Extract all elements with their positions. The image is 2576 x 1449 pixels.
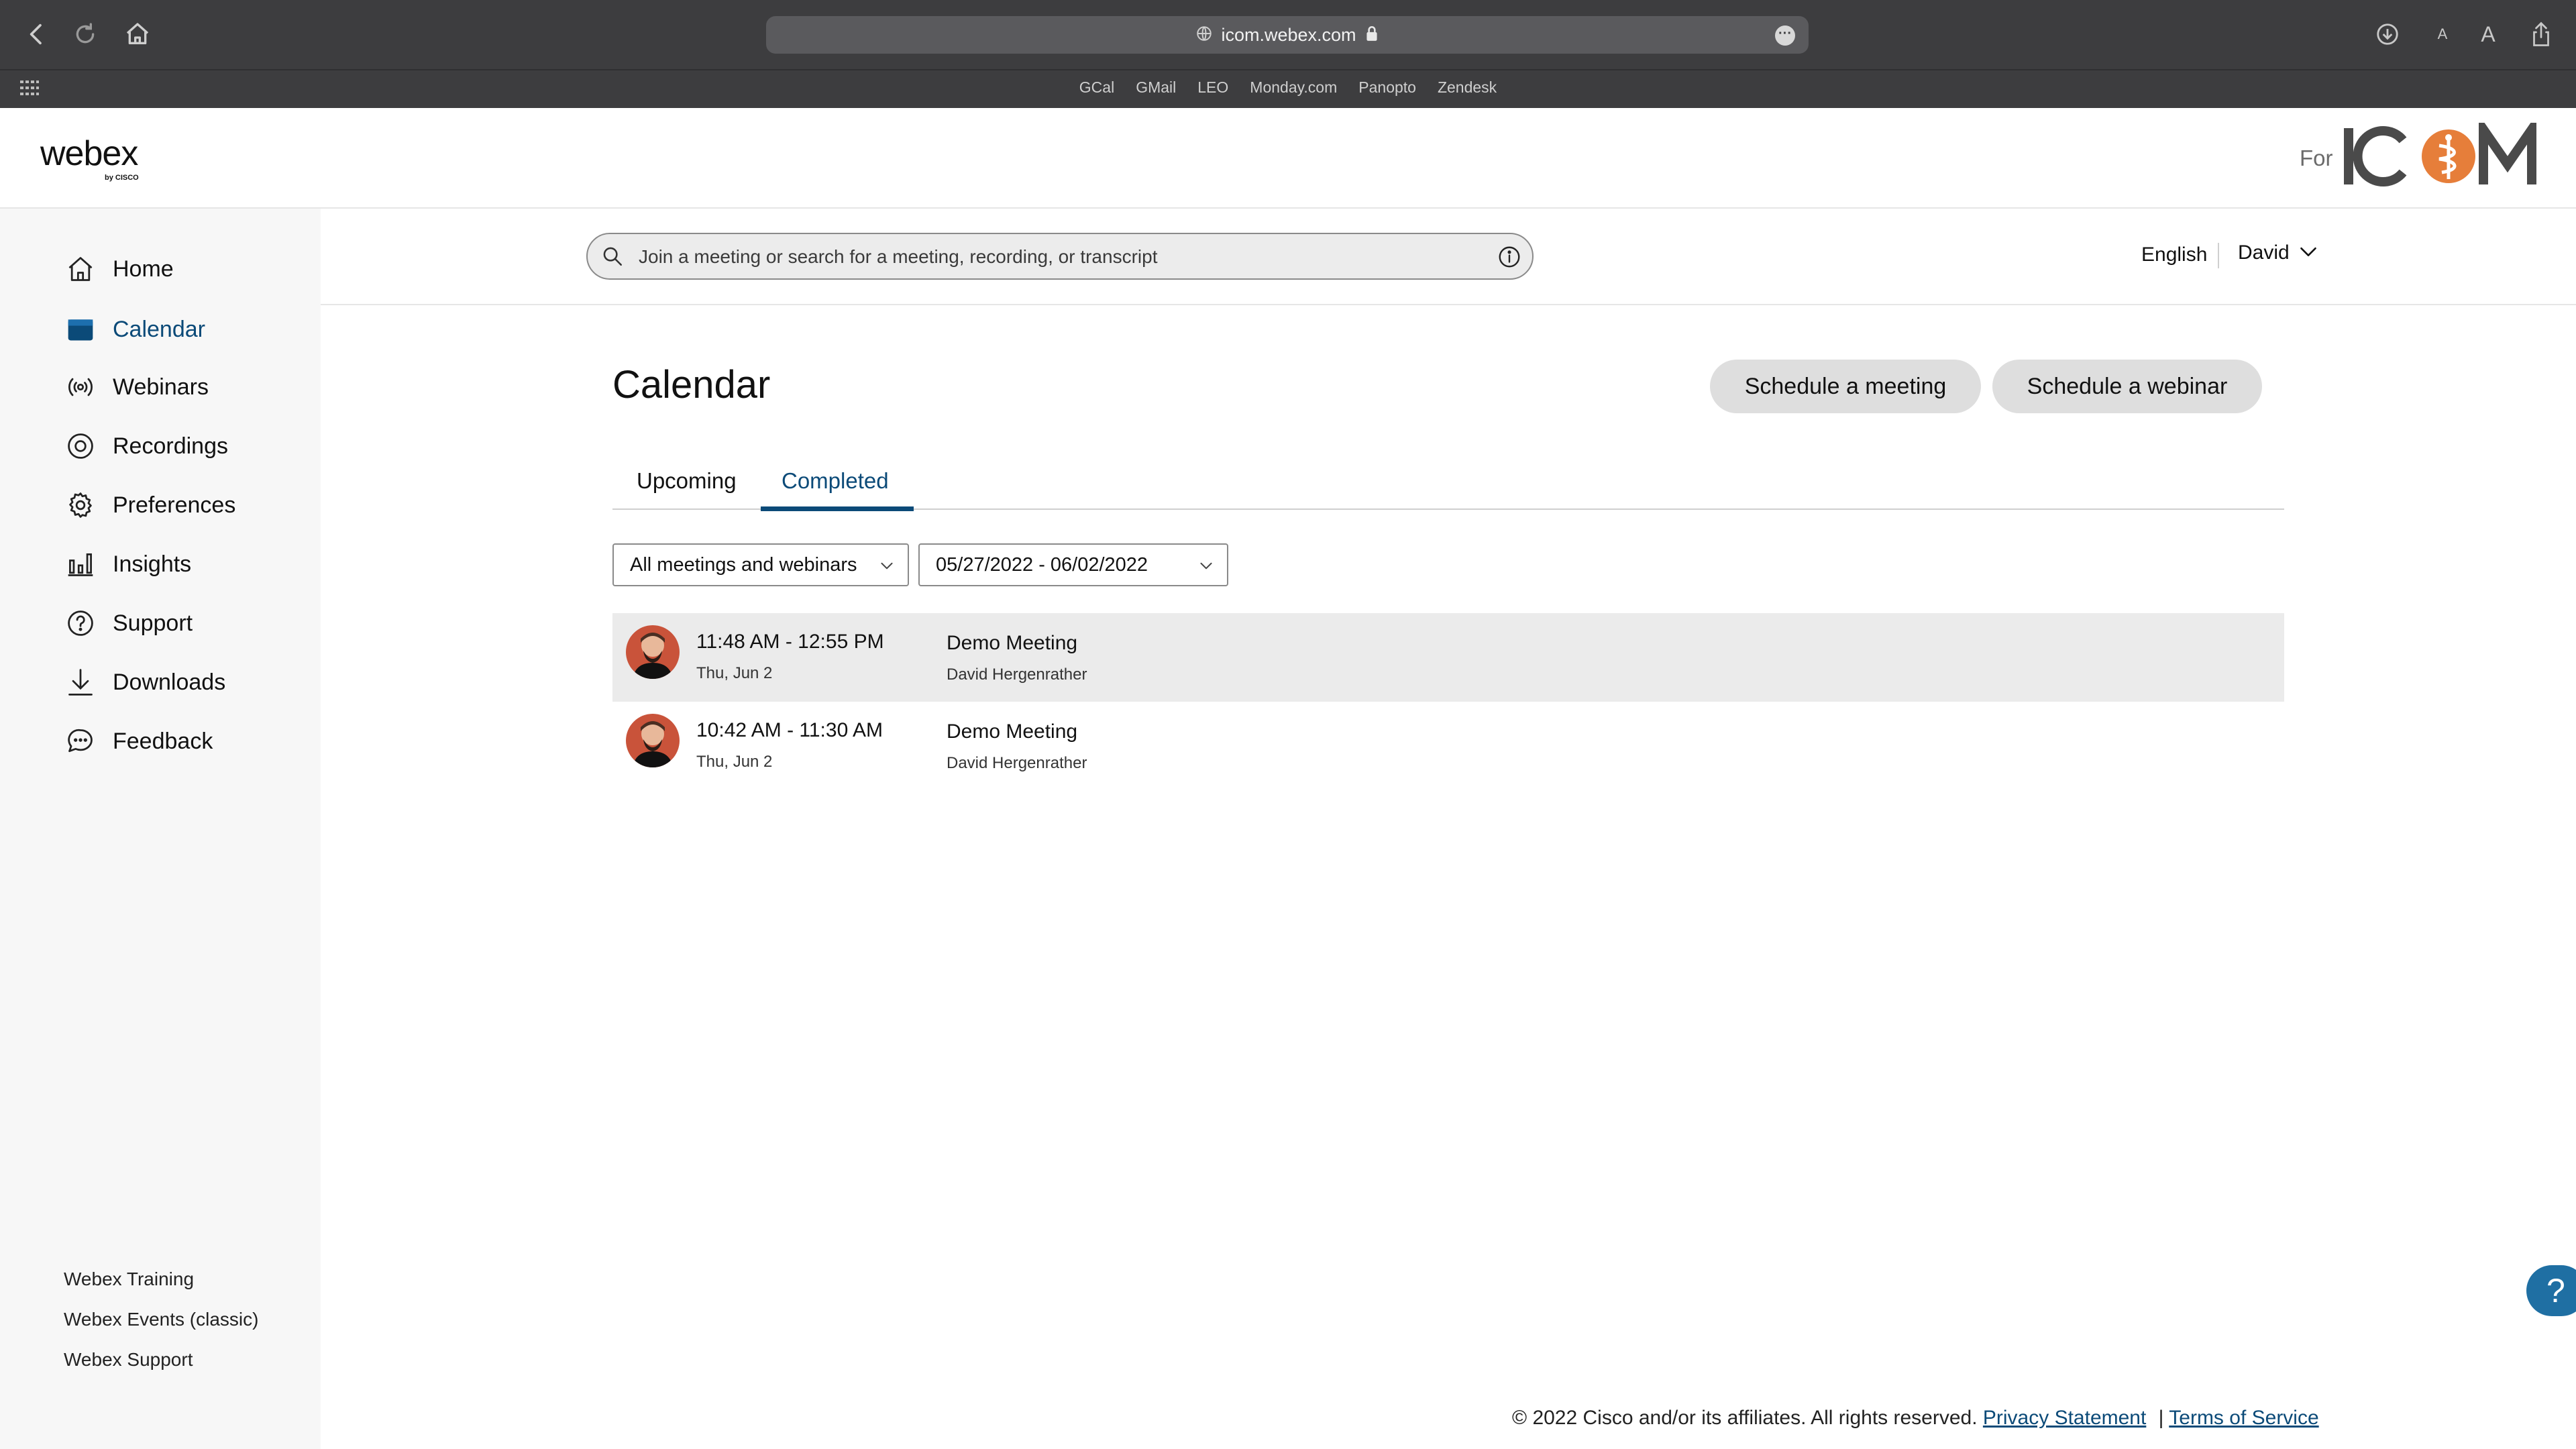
home-icon [64, 253, 97, 285]
search-input[interactable] [637, 241, 1445, 273]
sidebar: Home Calendar Webinars Recordings Prefer… [0, 209, 321, 1449]
sidebar-item-label: Support [113, 610, 193, 636]
icom-logo [2341, 114, 2549, 193]
calendar-icon [64, 313, 97, 345]
copyright-text: © 2022 Cisco and/or its affiliates. All … [1512, 1407, 1978, 1429]
bookmark-monday[interactable]: Monday.com [1239, 72, 1348, 102]
download-icon [64, 666, 97, 698]
meeting-title[interactable]: Demo Meeting [947, 720, 1077, 743]
terms-of-service-link[interactable]: Terms of Service [2169, 1407, 2318, 1429]
avatar [626, 625, 680, 679]
meeting-row[interactable]: 11:48 AM - 12:55 PM Thu, Jun 2 Demo Meet… [612, 613, 2284, 702]
user-bar-divider [2218, 243, 2219, 268]
address-bar[interactable]: icom.webex.com ··· [766, 16, 1809, 54]
meeting-host: David Hergenrather [947, 754, 1087, 772]
sidebar-item-label: Recordings [113, 433, 228, 459]
meeting-type-filter-value: All meetings and webinars [630, 553, 857, 576]
page-title: Calendar [612, 363, 771, 407]
gear-icon [64, 489, 97, 521]
user-name: David [2238, 241, 2290, 264]
schedule-meeting-button[interactable]: Schedule a meeting [1710, 360, 1981, 413]
lock-icon [1364, 17, 1379, 55]
webex-logo[interactable]: webex by CISCO [40, 136, 139, 182]
tab-upcoming[interactable]: Upcoming [637, 468, 737, 494]
meeting-host: David Hergenrather [947, 665, 1087, 684]
browser-chrome: icom.webex.com ··· A A GCal GMail LEO Mo… [0, 0, 2576, 108]
text-larger-button[interactable]: A [2477, 19, 2500, 50]
bookmark-zendesk[interactable]: Zendesk [1427, 72, 1507, 102]
for-label: For [2300, 146, 2333, 170]
help-button[interactable]: ? [2526, 1265, 2576, 1316]
sidebar-item-label: Insights [113, 551, 192, 577]
bookmark-gmail[interactable]: GMail [1125, 72, 1187, 102]
sidebar-item-label: Feedback [113, 728, 213, 754]
downloads-icon[interactable] [2372, 19, 2403, 50]
webex-training-link[interactable]: Webex Training [64, 1269, 194, 1290]
webex-support-link[interactable]: Webex Support [64, 1349, 193, 1371]
share-icon[interactable] [2528, 19, 2555, 50]
sidebar-item-preferences[interactable]: Preferences [64, 485, 235, 525]
sidebar-item-home[interactable]: Home [64, 249, 174, 289]
sidebar-item-webinars[interactable]: Webinars [64, 367, 209, 407]
search-icon [601, 245, 624, 268]
meeting-type-filter[interactable]: All meetings and webinars [612, 543, 909, 586]
url-text: icom.webex.com [1221, 25, 1356, 45]
recording-icon [64, 430, 97, 462]
sidebar-item-insights[interactable]: Insights [64, 544, 191, 584]
globe-icon [1195, 17, 1213, 55]
meeting-row[interactable]: 10:42 AM - 11:30 AM Thu, Jun 2 Demo Meet… [612, 702, 2284, 790]
avatar [626, 714, 680, 767]
sidebar-item-downloads[interactable]: Downloads [64, 662, 225, 702]
header-divider [321, 304, 2576, 305]
meeting-title[interactable]: Demo Meeting [947, 632, 1077, 655]
sidebar-item-label: Downloads [113, 669, 226, 695]
privacy-statement-link[interactable]: Privacy Statement [1983, 1407, 2146, 1429]
sidebar-item-label: Home [113, 256, 174, 282]
schedule-webinar-button[interactable]: Schedule a webinar [1992, 360, 2262, 413]
text-smaller-button[interactable]: A [2432, 19, 2453, 50]
page-menu-icon[interactable]: ··· [1775, 25, 1795, 46]
sidebar-item-label: Webinars [113, 374, 209, 400]
chevron-down-icon [1197, 557, 1215, 574]
footer-separator: | [2158, 1407, 2164, 1429]
user-menu[interactable]: David [2238, 241, 2318, 264]
sidebar-item-calendar[interactable]: Calendar [64, 309, 205, 350]
chrome-divider [0, 69, 2576, 70]
sidebar-item-label: Preferences [113, 492, 236, 518]
date-range-filter-value: 05/27/2022 - 06/02/2022 [936, 553, 1148, 576]
tab-completed[interactable]: Completed [782, 468, 889, 494]
site-header: webex by CISCO For [0, 108, 2576, 209]
active-tab-indicator [761, 506, 914, 511]
sidebar-item-label: Calendar [113, 316, 205, 342]
home-browser-icon[interactable] [121, 17, 154, 51]
meeting-date: Thu, Jun 2 [696, 753, 773, 771]
chevron-down-icon [878, 557, 896, 574]
bookmark-gcal[interactable]: GCal [1069, 72, 1125, 102]
meeting-time: 10:42 AM - 11:30 AM [696, 719, 883, 741]
info-icon[interactable] [1497, 245, 1521, 269]
bookmark-panopto[interactable]: Panopto [1348, 72, 1427, 102]
date-range-filter[interactable]: 05/27/2022 - 06/02/2022 [918, 543, 1228, 586]
bookmark-leo[interactable]: LEO [1187, 72, 1239, 102]
webex-events-link[interactable]: Webex Events (classic) [64, 1309, 258, 1330]
sidebar-item-recordings[interactable]: Recordings [64, 426, 228, 466]
language-selector[interactable]: English [2141, 244, 2207, 266]
chat-bubble-icon [64, 725, 97, 757]
search-bar[interactable] [586, 233, 1534, 280]
logo-subtitle: by CISCO [105, 174, 139, 182]
help-circle-icon [64, 607, 97, 639]
bookmarks-bar: GCal GMail LEO Monday.com Panopto Zendes… [0, 72, 2576, 102]
meeting-date: Thu, Jun 2 [696, 664, 773, 682]
broadcast-icon [64, 371, 97, 403]
sidebar-item-support[interactable]: Support [64, 603, 193, 643]
bar-chart-icon [64, 548, 97, 580]
page-footer: © 2022 Cisco and/or its affiliates. All … [1512, 1407, 2319, 1430]
meeting-time: 11:48 AM - 12:55 PM [696, 631, 884, 653]
chevron-down-icon [2299, 241, 2318, 264]
sidebar-item-feedback[interactable]: Feedback [64, 721, 213, 761]
back-icon[interactable] [20, 17, 54, 51]
reload-icon[interactable] [68, 17, 102, 51]
